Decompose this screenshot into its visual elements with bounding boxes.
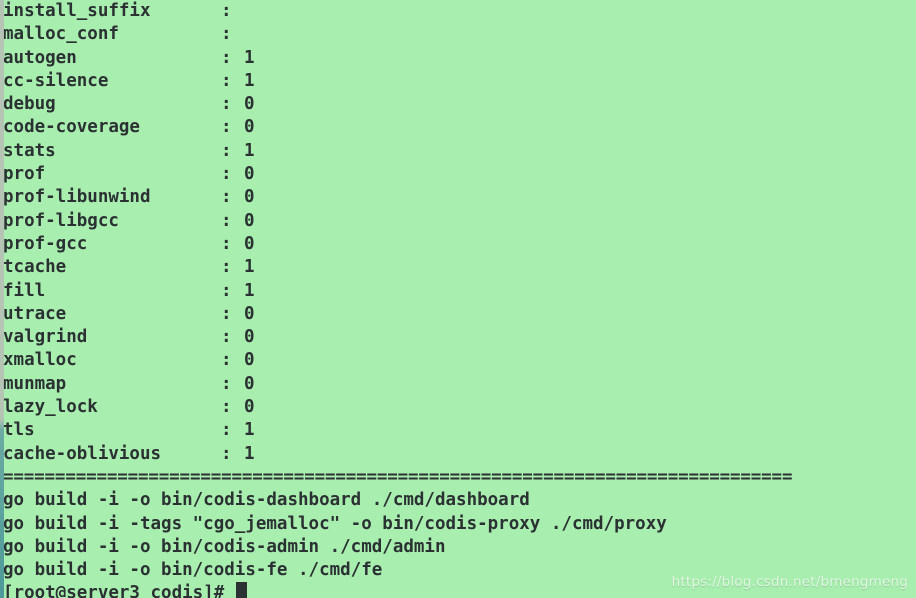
config-row: prof-libunwind:0 bbox=[3, 186, 916, 209]
build-command-output: go build -i -o bin/codis-dashboard ./cmd… bbox=[3, 489, 916, 582]
config-row: xmalloc:0 bbox=[3, 349, 916, 372]
separator-rule: ========================================… bbox=[3, 466, 793, 487]
config-value: 0 bbox=[244, 233, 255, 254]
config-separator: : bbox=[221, 47, 232, 68]
config-separator: : bbox=[221, 117, 232, 138]
config-key: prof-gcc bbox=[3, 233, 88, 254]
shell-prompt: [root@server3 codis]# bbox=[3, 583, 235, 598]
config-separator: : bbox=[221, 187, 232, 208]
config-key: tcache bbox=[3, 257, 67, 278]
build-command-line: go build -i -o bin/codis-admin ./cmd/adm… bbox=[3, 536, 446, 557]
config-value: 1 bbox=[244, 70, 255, 91]
config-separator: : bbox=[221, 420, 232, 441]
config-separator: : bbox=[221, 327, 232, 348]
config-value: 0 bbox=[244, 397, 255, 418]
config-value: 1 bbox=[244, 47, 255, 68]
config-row: malloc_conf: bbox=[3, 23, 916, 46]
config-key: prof bbox=[3, 164, 46, 185]
config-separator: : bbox=[221, 24, 232, 45]
config-separator: : bbox=[221, 140, 232, 161]
config-separator: : bbox=[221, 233, 232, 254]
config-key: malloc_conf bbox=[3, 24, 119, 45]
config-row: autogen:1 bbox=[3, 47, 916, 70]
config-value: 0 bbox=[244, 350, 255, 371]
config-key: code-coverage bbox=[3, 117, 140, 138]
config-key: cc-silence bbox=[3, 70, 109, 91]
config-key: xmalloc bbox=[3, 350, 77, 371]
config-row: valgrind:0 bbox=[3, 326, 916, 349]
config-value: 1 bbox=[244, 420, 255, 441]
jemalloc-config-list: install_suffix: malloc_conf: autogen:1 cc-s… bbox=[3, 0, 916, 466]
config-row: code-coverage:0 bbox=[3, 116, 916, 139]
config-key: prof-libunwind bbox=[3, 187, 151, 208]
config-key: utrace bbox=[3, 303, 67, 324]
config-value: 0 bbox=[244, 187, 255, 208]
config-value: 1 bbox=[244, 443, 255, 464]
config-key: autogen bbox=[3, 47, 77, 68]
config-value: 0 bbox=[244, 373, 255, 394]
build-command-line: go build -i -tags "cgo_jemalloc" -o bin/… bbox=[3, 513, 667, 534]
config-key: valgrind bbox=[3, 327, 88, 348]
terminal-window[interactable]: install_suffix: malloc_conf: autogen:1 cc-s… bbox=[0, 0, 916, 598]
config-key: prof-libgcc bbox=[3, 210, 119, 231]
config-key: cache-oblivious bbox=[3, 443, 162, 464]
config-row: prof-libgcc:0 bbox=[3, 210, 916, 233]
config-key: install_suffix bbox=[3, 1, 151, 21]
config-separator: : bbox=[221, 373, 232, 394]
config-row: lazy_lock:0 bbox=[3, 396, 916, 419]
build-command-line: go build -i -o bin/codis-dashboard ./cmd… bbox=[3, 490, 530, 511]
scrollbar-edge-strip[interactable] bbox=[0, 0, 4, 598]
config-key: stats bbox=[3, 140, 56, 161]
config-row: install_suffix: bbox=[3, 0, 916, 23]
config-separator: : bbox=[221, 350, 232, 371]
config-row: prof:0 bbox=[3, 163, 916, 186]
config-key: debug bbox=[3, 94, 56, 115]
config-separator: : bbox=[221, 1, 232, 21]
config-row: utrace:0 bbox=[3, 303, 916, 326]
config-value: 0 bbox=[244, 327, 255, 348]
config-key: tls bbox=[3, 420, 35, 441]
config-separator: : bbox=[221, 397, 232, 418]
config-row: munmap:0 bbox=[3, 373, 916, 396]
config-separator: : bbox=[221, 94, 232, 115]
config-value: 1 bbox=[244, 140, 255, 161]
config-separator: : bbox=[221, 70, 232, 91]
config-value: 0 bbox=[244, 303, 255, 324]
config-row: stats:1 bbox=[3, 140, 916, 163]
config-row: cc-silence:1 bbox=[3, 70, 916, 93]
config-separator: : bbox=[221, 164, 232, 185]
config-value: 1 bbox=[244, 257, 255, 278]
build-command-line: go build -i -o bin/codis-fe ./cmd/fe bbox=[3, 560, 383, 581]
config-separator: : bbox=[221, 443, 232, 464]
config-key: fill bbox=[3, 280, 46, 301]
config-separator: : bbox=[221, 303, 232, 324]
config-separator: : bbox=[221, 280, 232, 301]
config-value: 0 bbox=[244, 94, 255, 115]
config-row: tcache:1 bbox=[3, 256, 916, 279]
terminal-screen[interactable]: install_suffix: malloc_conf: autogen:1 cc-s… bbox=[3, 0, 916, 598]
text-cursor bbox=[235, 582, 247, 598]
config-row: prof-gcc:0 bbox=[3, 233, 916, 256]
config-value: 0 bbox=[244, 210, 255, 231]
config-row: fill:1 bbox=[3, 280, 916, 303]
config-value: 0 bbox=[244, 117, 255, 138]
config-separator: : bbox=[221, 210, 232, 231]
config-key: lazy_lock bbox=[3, 397, 98, 418]
config-row: cache-oblivious:1 bbox=[3, 443, 916, 466]
config-row: debug:0 bbox=[3, 93, 916, 116]
config-value: 1 bbox=[244, 280, 255, 301]
prompt-line[interactable]: [root@server3 codis]# bbox=[3, 582, 916, 598]
config-separator: : bbox=[221, 257, 232, 278]
config-row: tls:1 bbox=[3, 419, 916, 442]
config-value: 0 bbox=[244, 164, 255, 185]
config-key: munmap bbox=[3, 373, 67, 394]
